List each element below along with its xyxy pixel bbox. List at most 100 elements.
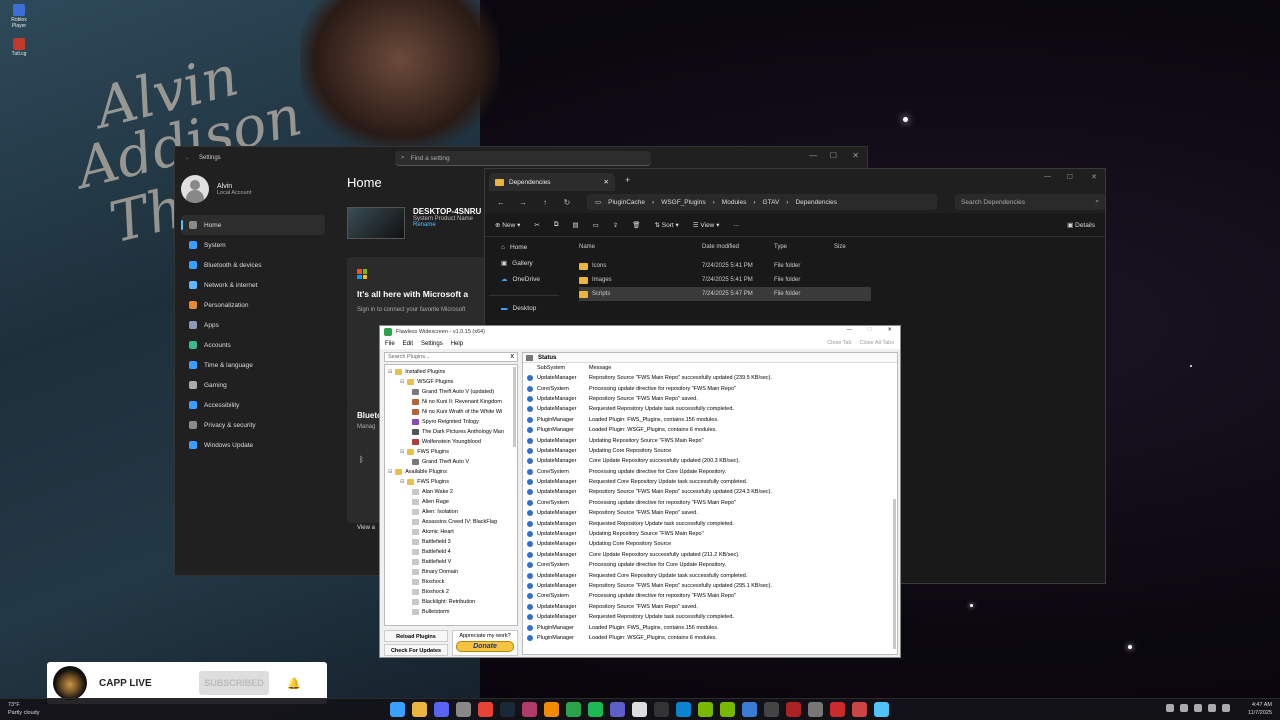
view-button[interactable]: ☰ View ▾	[693, 221, 720, 229]
new-button[interactable]: ⊕ New ▾	[495, 221, 520, 229]
tree-item[interactable]: ⊟ Installed Plugins	[385, 367, 517, 377]
explorer-tab[interactable]: Dependencies ✕	[489, 173, 615, 191]
tree-item[interactable]: Atomic Heart	[385, 527, 517, 537]
tree-item[interactable]: Wolfenstein Youngblood	[385, 437, 517, 447]
maximize-icon[interactable]: ☐	[830, 151, 837, 160]
sidebar-item-accounts[interactable]: Accounts	[181, 335, 325, 355]
start-icon[interactable]	[390, 702, 405, 717]
refresh-icon[interactable]: ↻	[559, 198, 575, 207]
tree-item[interactable]: Grand Theft Auto V	[385, 457, 517, 467]
tree-item[interactable]: Ni no Kuni Wrath of the White Wi	[385, 407, 517, 417]
rename-link[interactable]: Rename	[413, 222, 481, 228]
sidebar-item-network-internet[interactable]: Network & internet	[181, 275, 325, 295]
notepad-icon[interactable]	[874, 702, 889, 717]
volume-icon[interactable]	[1222, 704, 1230, 712]
close-icon[interactable]: ✕	[1091, 173, 1097, 181]
tree-scrollbar[interactable]	[513, 367, 516, 447]
desktop-icon-file[interactable]: Tutl.cg	[4, 38, 34, 57]
breadcrumb[interactable]: ▭ PluginCache › WSGF_Plugins › Modules › GT…	[587, 194, 937, 210]
chrome-icon[interactable]	[478, 702, 493, 717]
file-row[interactable]: Icons 7/24/2025 5:41 PM File folder	[579, 259, 871, 273]
minimize-icon[interactable]: —	[847, 327, 853, 333]
more-button[interactable]: ...	[733, 221, 738, 228]
tree-item[interactable]: Bulletstorm	[385, 607, 517, 617]
tree-item[interactable]: Battlefield 4	[385, 547, 517, 557]
menu-file[interactable]: File	[385, 341, 395, 347]
sidebar-item-apps[interactable]: Apps	[181, 315, 325, 335]
tree-item[interactable]: Alien Rage	[385, 497, 517, 507]
nav-onedrive[interactable]: ☁ OneDrive	[489, 271, 559, 287]
browser-icon[interactable]	[742, 702, 757, 717]
nav-desktop[interactable]: ▬ Desktop	[489, 300, 559, 316]
xbox-icon[interactable]	[522, 702, 537, 717]
column-header[interactable]: Size	[834, 244, 846, 250]
weather-widget[interactable]: 73°F Partly cloudy	[8, 701, 40, 717]
menu-settings[interactable]: Settings	[421, 341, 443, 347]
column-header[interactable]: Date modified	[702, 244, 774, 250]
expand-icon[interactable]: ⊟	[388, 369, 392, 375]
tree-item[interactable]: Grand Theft Auto V (updated)	[385, 387, 517, 397]
app4-icon[interactable]	[808, 702, 823, 717]
tree-item[interactable]: Battlefield 3	[385, 537, 517, 547]
nvidia-tray-icon[interactable]	[1194, 704, 1202, 712]
app-icon[interactable]	[632, 702, 647, 717]
menu-edit[interactable]: Edit	[403, 341, 413, 347]
breadcrumb-item[interactable]: PluginCache	[608, 199, 645, 206]
delete-icon[interactable]: 🗑	[632, 221, 640, 229]
nav-home[interactable]: ⌂ Home	[489, 239, 559, 255]
expand-icon[interactable]: ⊟	[388, 469, 392, 475]
close-all-tabs-button[interactable]: Close All Tabs	[860, 340, 894, 346]
teams-icon[interactable]	[610, 702, 625, 717]
sidebar-item-gaming[interactable]: Gaming	[181, 375, 325, 395]
expand-icon[interactable]: ⊟	[400, 479, 404, 485]
paste-icon[interactable]: ▤	[572, 221, 578, 229]
close-tab-icon[interactable]: ✕	[604, 178, 609, 186]
settings-search-input[interactable]: ⌕ Find a setting	[395, 151, 651, 166]
tree-item[interactable]: Battlefield V	[385, 557, 517, 567]
copy-icon[interactable]: ⧉	[554, 221, 559, 229]
expand-icon[interactable]: ⊟	[400, 379, 404, 385]
edge-icon[interactable]	[676, 702, 691, 717]
sidebar-item-time-language[interactable]: Time & language	[181, 355, 325, 375]
file-explorer-icon[interactable]	[412, 702, 427, 717]
desktop-icon-roblox[interactable]: Roblox Player	[4, 4, 34, 29]
green-app-icon[interactable]	[698, 702, 713, 717]
flawless-icon[interactable]	[566, 702, 581, 717]
epic-icon[interactable]	[654, 702, 669, 717]
up-icon[interactable]: ↑	[537, 198, 553, 207]
clear-search-button[interactable]: X	[510, 354, 514, 360]
column-header[interactable]: Type	[774, 244, 834, 250]
discord-icon[interactable]	[434, 702, 449, 717]
tree-item[interactable]: Bioshock 2	[385, 587, 517, 597]
bell-icon[interactable]: 🔔	[287, 677, 301, 690]
nav-gallery[interactable]: ▣ Gallery	[489, 255, 559, 271]
sidebar-item-personalization[interactable]: Personalization	[181, 295, 325, 315]
user-profile[interactable]: Alvin Local Account	[181, 175, 325, 203]
expand-icon[interactable]: ⊟	[400, 449, 404, 455]
spotify-icon[interactable]	[588, 702, 603, 717]
breadcrumb-item[interactable]: WSGF_Plugins	[661, 199, 705, 206]
vlc-icon[interactable]	[544, 702, 559, 717]
close-tab-button[interactable]: Close Tab	[827, 340, 851, 346]
nvidia-icon[interactable]	[720, 702, 735, 717]
close-icon[interactable]: ✕	[852, 151, 859, 160]
sidebar-item-home[interactable]: Home	[181, 215, 325, 235]
tree-item[interactable]: The Dark Pictures Anthology Man	[385, 427, 517, 437]
wifi-icon[interactable]	[1208, 704, 1216, 712]
details-button[interactable]: ▣ Details	[1067, 221, 1095, 229]
cut-icon[interactable]: ✂	[534, 221, 539, 229]
settings-icon[interactable]	[456, 702, 471, 717]
file-row[interactable]: Images 7/24/2025 5:41 PM File folder	[579, 273, 871, 287]
explorer-search-input[interactable]: Search Dependencies ⌕	[955, 194, 1105, 210]
tree-item[interactable]: ⊟ FWS Plugins	[385, 477, 517, 487]
file-row[interactable]: Scripts 7/24/2025 5:47 PM File folder	[579, 287, 871, 301]
sort-button[interactable]: ⇅ Sort ▾	[655, 221, 679, 229]
app2-icon[interactable]	[764, 702, 779, 717]
app-tray-icon[interactable]	[1180, 704, 1188, 712]
sidebar-item-windows-update[interactable]: Windows Update	[181, 435, 325, 455]
app3-icon[interactable]	[786, 702, 801, 717]
column-header[interactable]: Name	[579, 244, 702, 250]
tree-item[interactable]: Assassins Creed IV: BlackFlag	[385, 517, 517, 527]
reload-plugins-button[interactable]: Reload Plugins	[384, 630, 448, 642]
tree-item[interactable]: Spyro Reignited Trilogy	[385, 417, 517, 427]
